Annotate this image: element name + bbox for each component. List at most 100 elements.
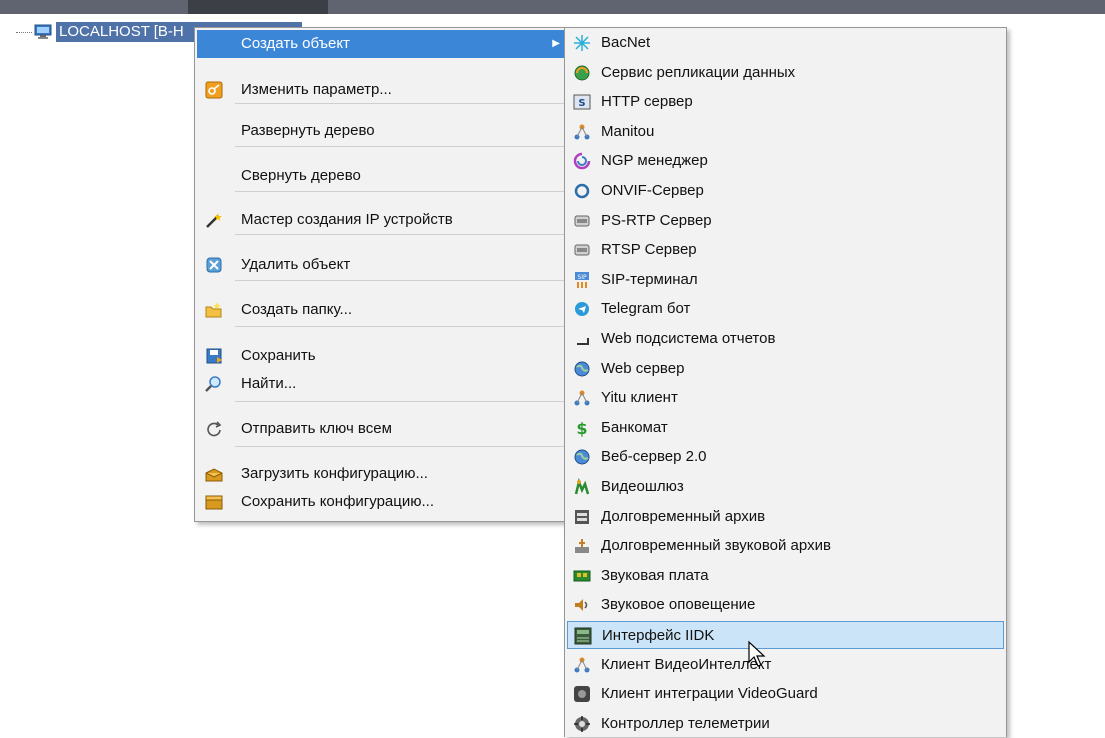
server-icon (574, 244, 590, 256)
menu-item-label: Отправить ключ всем (241, 420, 392, 437)
submenu-item[interactable]: ONVIF-Сервер (567, 177, 1004, 205)
submenu-item[interactable]: PS-RTP Сервер (567, 207, 1004, 235)
submenu-item-label: PS-RTP Сервер (601, 211, 712, 229)
menu-item-label: Сохранить конфигурацию... (241, 493, 434, 510)
submenu-item-label: BacNet (601, 34, 651, 51)
menu-item[interactable]: Удалить объект (197, 251, 568, 279)
submenu-item[interactable]: Клиент интеграции VideoGuard (567, 680, 1004, 708)
gateway-icon (574, 478, 590, 495)
submenu-item-label: Контроллер телеметрии (601, 714, 770, 732)
submenu-item[interactable]: $ Банкомат (567, 414, 1004, 442)
submenu-item[interactable]: Сервис репликации данных (567, 59, 1004, 87)
menu-item[interactable]: Найти... (197, 370, 568, 398)
telemetry-icon (574, 715, 590, 732)
submenu-item-label: Банкомат (601, 418, 668, 436)
submenu-item-label: Yitu клиент (601, 389, 678, 407)
menu-separator (235, 280, 566, 281)
submenu-item[interactable]: Долговременный архив (567, 503, 1004, 531)
menu-item-label: Найти... (241, 375, 297, 392)
archive-icon (575, 509, 589, 524)
submenu-item-label: HTTP сервер (601, 93, 693, 111)
box-closed-icon (205, 495, 223, 510)
submenu-item[interactable]: Yitu клиент (567, 384, 1004, 412)
telegram-icon (575, 302, 589, 317)
soundcard-icon (573, 570, 591, 582)
menu-item-label: Развернуть дерево (241, 122, 375, 139)
menu-item-label: Свернуть дерево (241, 167, 361, 184)
menu-item-label: Создать папку... (241, 301, 352, 318)
submenu-item[interactable]: NGP менеджер (567, 147, 1004, 175)
menu-item[interactable]: Загрузить конфигурацию... (197, 460, 568, 488)
menu-item-label: Мастер создания IP устройств (241, 211, 453, 228)
mouse-cursor-icon (748, 640, 766, 667)
menu-item[interactable]: Создать объект ▶ (197, 30, 568, 58)
iidk-icon (574, 627, 592, 645)
submenu-item[interactable]: Web подсистема отчетов (567, 325, 1004, 353)
key-icon (205, 81, 223, 99)
menu-item-label: Удалить объект (241, 256, 351, 273)
submenu-item[interactable]: Видеошлюз (567, 473, 1004, 501)
menu-item[interactable]: Мастер создания IP устройств (197, 206, 568, 234)
submenu-item-label: Web подсистема отчетов (601, 330, 776, 347)
submenu-arrow-icon: ▶ (552, 38, 560, 49)
submenu-item[interactable]: Интерфейс IIDK (567, 621, 1004, 649)
submenu-item-label: RTSP Сервер (601, 241, 697, 259)
network-icon (574, 657, 590, 673)
svg-text:S: S (578, 98, 585, 109)
submenu-item[interactable]: SIP SIP-терминал (567, 266, 1004, 294)
replication-icon (574, 65, 590, 81)
submenu-item[interactable]: Звуковое оповещение (567, 591, 1004, 619)
submenu-item-label: SIP-терминал (601, 270, 698, 288)
top-bar-dark-segment (188, 0, 328, 14)
submenu-item[interactable]: BacNet (567, 29, 1004, 57)
tree-connector-line (16, 32, 32, 33)
menu-separator (235, 146, 566, 147)
globe-icon (574, 361, 590, 377)
menu-item[interactable]: Развернуть дерево (197, 117, 568, 145)
submenu-item-label: Долговременный архив (601, 507, 766, 525)
menu-item[interactable]: Создать папку... (197, 296, 568, 324)
menu-separator (235, 401, 566, 402)
globe-icon (574, 449, 590, 465)
menu-item[interactable]: Свернуть дерево (197, 162, 568, 190)
menu-item[interactable]: Сохранить (197, 342, 568, 370)
submenu-item[interactable]: Клиент ВидеоИнтеллект (567, 651, 1004, 679)
menu-item[interactable]: Сохранить конфигурацию... (197, 488, 568, 516)
search-icon (205, 376, 221, 392)
submenu-item-label: Сервис репликации данных (601, 63, 796, 81)
context-menu: Создать объект ▶ Изменить параметр... Разве… (194, 27, 571, 522)
save-icon (206, 348, 222, 364)
menu-separator (235, 234, 566, 235)
create-object-submenu: BacNet Сервис репликации данных S HTTP серв… (564, 27, 1007, 737)
menu-item-label: Загрузить конфигурацию... (241, 465, 428, 482)
delete-icon (206, 257, 222, 273)
box-open-icon (205, 468, 223, 482)
menu-item-label: Изменить параметр... (241, 81, 392, 98)
submenu-item-label: Telegram бот (601, 300, 691, 318)
audio-archive-icon (575, 539, 589, 554)
submenu-item[interactable]: S HTTP сервер (567, 88, 1004, 116)
circle-icon (574, 183, 590, 199)
submenu-item[interactable]: RTSP Сервер (567, 236, 1004, 264)
submenu-item[interactable]: Звуковая плата (567, 562, 1004, 590)
submenu-item[interactable]: Веб-сервер 2.0 (567, 443, 1004, 471)
submenu-item[interactable]: Telegram бот (567, 295, 1004, 323)
submenu-item-label: Интерфейс IIDK (602, 627, 715, 644)
submenu-item-label: Клиент интеграции VideoGuard (601, 685, 818, 703)
submenu-item-label: Видеошлюз (601, 478, 684, 495)
network-icon (574, 390, 590, 406)
submenu-item[interactable]: Web сервер (567, 355, 1004, 383)
ngp-icon (573, 153, 591, 170)
videoguard-icon (574, 686, 590, 703)
computer-icon (34, 24, 52, 39)
submenu-item[interactable]: Долговременный звуковой архив (567, 532, 1004, 560)
submenu-item[interactable]: Manitou (567, 118, 1004, 146)
menu-item[interactable]: Изменить параметр... (197, 76, 568, 104)
svg-text:$: $ (576, 419, 587, 437)
wand-icon (206, 213, 222, 228)
bacnet-icon (574, 35, 590, 51)
submenu-item[interactable]: Контроллер телеметрии (567, 710, 1004, 738)
network-icon (574, 124, 590, 140)
submenu-item-label: Звуковая плата (601, 566, 709, 584)
menu-item[interactable]: Отправить ключ всем (197, 415, 568, 443)
